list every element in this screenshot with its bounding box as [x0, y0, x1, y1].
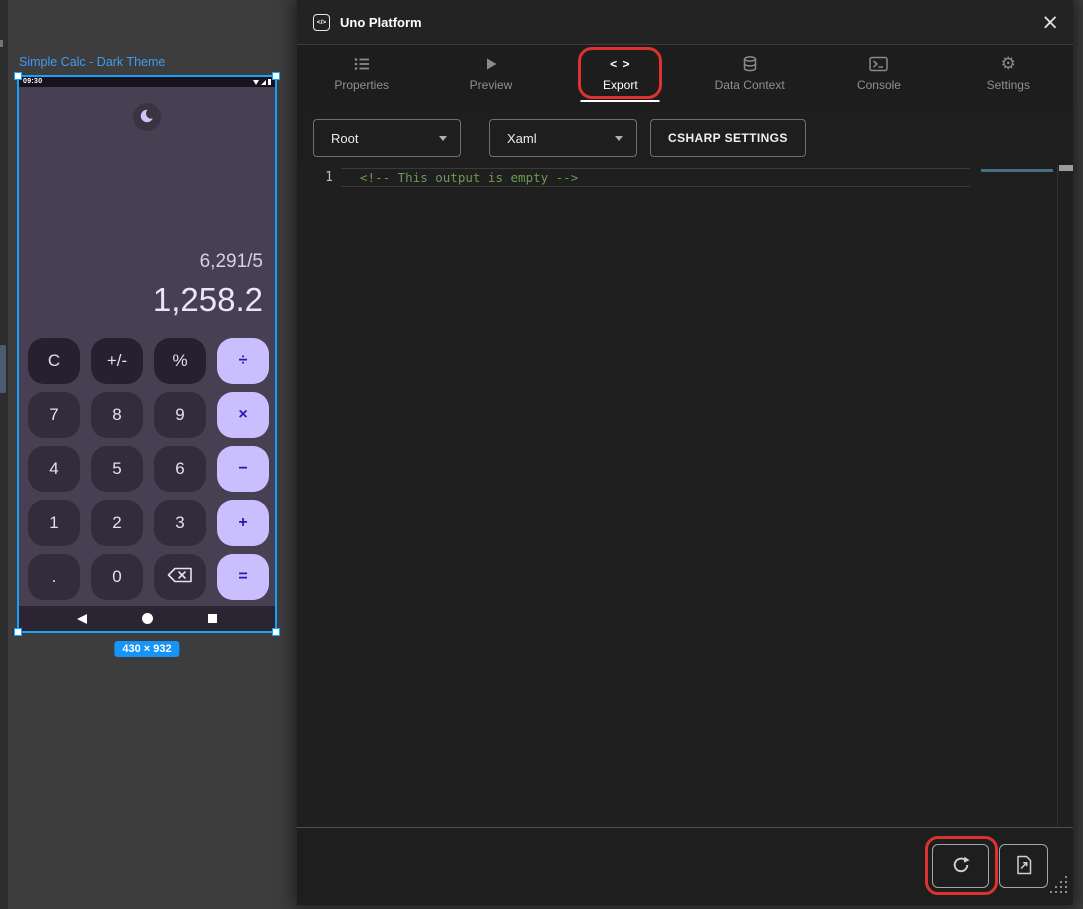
selection-handle-bottom-left[interactable] — [14, 628, 22, 636]
selection-handle-top-right[interactable] — [272, 72, 280, 80]
frame-size-badge: 430 × 932 — [114, 641, 179, 657]
code-line-1: <!-- This output is empty --> — [341, 169, 970, 187]
calc-key-4[interactable]: 4 — [28, 446, 80, 492]
tab-properties[interactable]: Properties — [297, 45, 426, 109]
canvas-edge-object — [0, 345, 6, 393]
calc-key-8[interactable]: 8 — [91, 392, 143, 438]
tab-data-context[interactable]: Data Context — [685, 45, 814, 109]
play-icon — [483, 54, 499, 74]
calc-display: 6,291/5 1,258.2 — [153, 249, 263, 322]
format-dropdown[interactable]: Xaml — [489, 119, 637, 157]
calc-key-clear[interactable]: C — [28, 338, 80, 384]
properties-list-icon — [353, 54, 371, 74]
calc-key-add[interactable]: + — [217, 500, 269, 546]
calc-key-6[interactable]: 6 — [154, 446, 206, 492]
nav-home-icon[interactable] — [142, 613, 153, 624]
calc-key-5[interactable]: 5 — [91, 446, 143, 492]
line-number: 1 — [321, 168, 337, 187]
terminal-icon — [869, 54, 888, 74]
code-editor[interactable]: 1 <!-- This output is empty --> — [297, 165, 1073, 827]
database-icon — [741, 54, 759, 74]
calc-key-percent[interactable]: % — [154, 338, 206, 384]
calc-key-9[interactable]: 9 — [154, 392, 206, 438]
tab-console[interactable]: Console — [814, 45, 943, 109]
phone-status-bar: 09:30 — [19, 77, 275, 87]
nav-back-icon[interactable] — [77, 614, 87, 624]
android-nav-bar — [19, 606, 275, 631]
tab-preview[interactable]: Preview — [426, 45, 555, 109]
calc-result: 1,258.2 — [153, 278, 263, 322]
calc-key-subtract[interactable]: − — [217, 446, 269, 492]
calculator-frame[interactable]: 09:30 6,291/5 1,258.2 C +/- % ÷ 7 8 9 × … — [17, 75, 277, 633]
calc-key-2[interactable]: 2 — [91, 500, 143, 546]
moon-icon — [137, 106, 157, 129]
calc-key-0[interactable]: 0 — [91, 554, 143, 600]
frame-title[interactable]: Simple Calc - Dark Theme — [19, 55, 165, 69]
refresh-button[interactable] — [932, 844, 989, 888]
export-file-button[interactable] — [999, 844, 1048, 888]
current-line-highlight: <!-- This output is empty --> — [341, 168, 970, 187]
selection-handle-bottom-right[interactable] — [272, 628, 280, 636]
csharp-settings-button[interactable]: CSHARP SETTINGS — [650, 119, 806, 157]
scope-dropdown[interactable]: Root — [313, 119, 461, 157]
uno-platform-panel: </> Uno Platform × Properties Preview < … — [297, 0, 1073, 905]
calc-keypad: C +/- % ÷ 7 8 9 × 4 5 6 − 1 2 3 + . 0 = — [28, 338, 269, 600]
selection-handle-top-left[interactable] — [14, 72, 22, 80]
minimap-code-line — [981, 169, 1053, 172]
uno-platform-logo-icon: </> — [313, 14, 330, 31]
tab-settings[interactable]: ⚙ Settings — [944, 45, 1073, 109]
panel-title: Uno Platform — [340, 15, 422, 30]
calc-key-backspace[interactable] — [154, 554, 206, 600]
gear-icon: ⚙ — [1001, 54, 1016, 74]
export-toolbar: Root Xaml CSHARP SETTINGS — [297, 109, 1073, 165]
panel-header: </> Uno Platform × — [297, 0, 1073, 45]
refresh-icon — [951, 855, 971, 878]
calc-expression: 6,291/5 — [153, 249, 263, 275]
resize-grip[interactable] — [1048, 875, 1068, 900]
calc-key-7[interactable]: 7 — [28, 392, 80, 438]
backspace-icon — [167, 567, 193, 588]
active-tab-underline — [581, 100, 660, 103]
calc-key-3[interactable]: 3 — [154, 500, 206, 546]
tab-export[interactable]: < > Export — [556, 45, 685, 109]
calc-key-equals[interactable]: = — [217, 554, 269, 600]
minimap-divider — [1057, 165, 1058, 827]
tab-bar: Properties Preview < > Export Data Conte… — [297, 45, 1073, 109]
code-brackets-icon: < > — [610, 54, 630, 74]
theme-toggle-button[interactable] — [133, 103, 161, 131]
wifi-icon — [253, 80, 259, 85]
nav-recents-icon[interactable] — [208, 614, 217, 623]
file-export-icon — [1015, 855, 1033, 878]
battery-icon — [268, 79, 271, 85]
close-icon[interactable]: × — [1041, 8, 1059, 36]
canvas-edge-notch — [0, 40, 3, 47]
chevron-down-icon — [439, 136, 447, 141]
signal-icon — [261, 80, 266, 85]
status-time: 09:30 — [23, 77, 42, 87]
calc-key-plusminus[interactable]: +/- — [91, 338, 143, 384]
editor-scrollbar-thumb[interactable] — [1059, 165, 1073, 171]
calc-key-multiply[interactable]: × — [217, 392, 269, 438]
calc-key-divide[interactable]: ÷ — [217, 338, 269, 384]
canvas-left-edge — [0, 0, 8, 909]
panel-bottom-bar — [297, 827, 1073, 905]
calc-key-dot[interactable]: . — [28, 554, 80, 600]
chevron-down-icon — [615, 136, 623, 141]
calc-key-1[interactable]: 1 — [28, 500, 80, 546]
